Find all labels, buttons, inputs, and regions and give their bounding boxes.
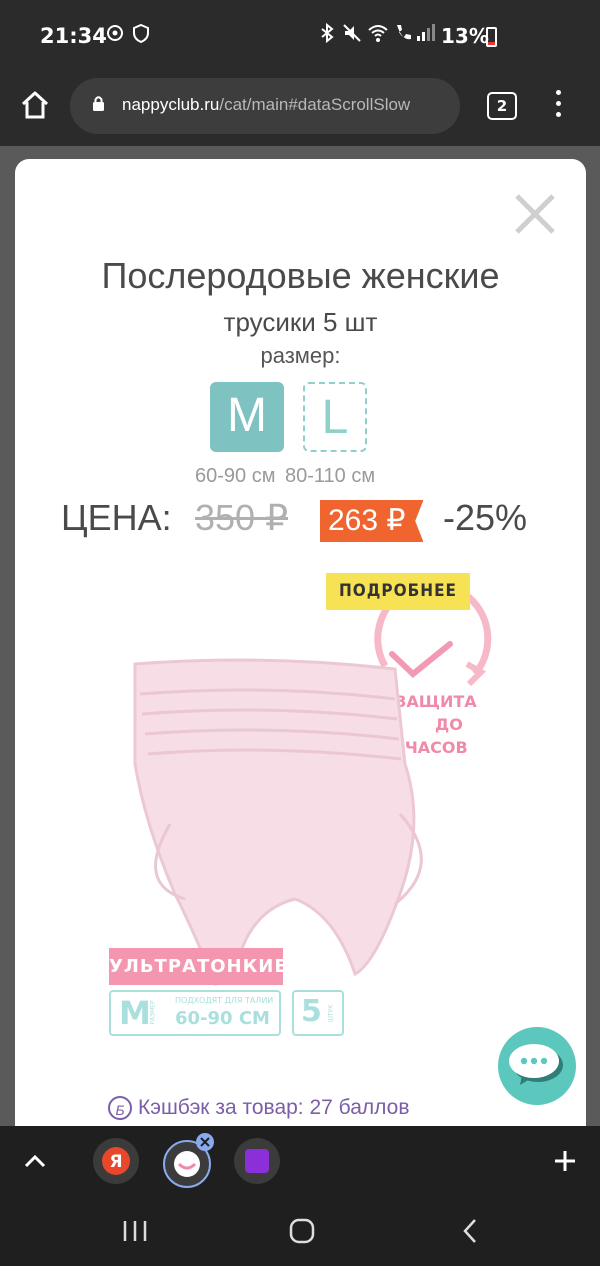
signal-icon: [417, 24, 435, 41]
size-option-m[interactable]: M: [210, 382, 284, 452]
shield-icon: [133, 23, 149, 44]
svg-text:Я: Я: [109, 1152, 122, 1172]
badge-fits-waist: ПОДХОДЯТ ДЛЯ ТАЛИИ: [175, 996, 274, 1005]
cashback-text: Кэшбэк за товар: 27 баллов: [138, 1096, 410, 1119]
bottom-tab-strip: Я: [0, 1126, 600, 1196]
pants-illustration: [133, 658, 423, 986]
chat-button[interactable]: [498, 1027, 576, 1105]
size-range-m: 60-90 см: [195, 465, 276, 487]
chevron-up-icon[interactable]: [0, 1126, 70, 1196]
badge-size-letter: M: [119, 994, 151, 1032]
url-text[interactable]: nappyclub.ru/cat/main#dataScrollSlow: [122, 95, 452, 115]
size-option-l[interactable]: L: [303, 382, 367, 452]
protection-line1: ЗАЩИТА: [395, 692, 477, 711]
sync-icon: [107, 25, 123, 41]
size-info-badge: M РАЗМЕР ПОДХОДЯТ ДЛЯ ТАЛИИ 60-90 СМ: [109, 990, 281, 1036]
yandex-icon: Я: [102, 1147, 130, 1175]
tab-switcher-button[interactable]: 2: [487, 92, 517, 120]
tab-other[interactable]: [234, 1138, 280, 1184]
ultrathin-badge: УЛЬТРАТОНКИЕ: [109, 948, 287, 985]
cashback-info: Б Кэшбэк за товар: 27 баллов: [108, 1096, 410, 1121]
system-nav-bar: [0, 1196, 600, 1266]
home-icon[interactable]: [18, 88, 52, 122]
price-label: ЦЕНА:: [61, 497, 172, 538]
home-nav-icon[interactable]: [277, 1216, 327, 1246]
chat-icon: [509, 1044, 563, 1085]
url-path: /cat/main#dataScrollSlow: [219, 95, 411, 114]
url-domain: nappyclub.ru: [122, 95, 220, 114]
size-label: размер:: [260, 343, 341, 368]
product-subtitle: трусики 5 шт: [223, 307, 378, 337]
discount-percent: -25%: [443, 497, 528, 538]
menu-icon[interactable]: [550, 90, 566, 120]
browser-toolbar: nappyclub.ru/cat/main#dataScrollSlow 2: [0, 76, 600, 146]
wifi-icon: [368, 25, 388, 42]
back-icon[interactable]: [445, 1216, 495, 1246]
call-icon: [397, 25, 411, 40]
badge-waist-range: 60-90 СМ: [175, 1008, 270, 1029]
new-tab-icon[interactable]: [530, 1126, 600, 1196]
close-icon[interactable]: [513, 192, 557, 236]
product-modal: Послеродовые женские трусики 5 шт размер…: [15, 159, 586, 1126]
size-range-l: 80-110 см: [285, 465, 376, 487]
bonus-icon: Б: [108, 1096, 132, 1121]
battery-icon: [486, 27, 497, 47]
recent-apps-icon[interactable]: [110, 1216, 160, 1246]
lock-icon: [93, 96, 104, 111]
product-title: Послеродовые женские: [101, 255, 500, 296]
count-badge: 5 ШТУК: [292, 990, 344, 1036]
status-bar: 21:34 13%: [0, 0, 600, 76]
tab-yandex[interactable]: Я: [93, 1138, 139, 1184]
bluetooth-icon: [321, 22, 334, 44]
badge-size-word: РАЗМЕР: [149, 1000, 157, 1025]
status-time: 21:34: [40, 24, 107, 48]
badge-count: 5: [301, 994, 322, 1029]
address-bar[interactable]: nappyclub.ru/cat/main#dataScrollSlow: [70, 78, 460, 134]
old-price: 350 ₽: [195, 497, 288, 538]
badge-count-word: ШТУК: [327, 1004, 335, 1023]
new-price-badge: 263 ₽: [320, 500, 424, 542]
mute-icon: [343, 24, 361, 42]
battery-percent: 13%: [441, 24, 489, 48]
site-icon: [245, 1149, 269, 1173]
protection-line2: ДО: [435, 715, 463, 734]
close-tab-icon[interactable]: [195, 1132, 215, 1152]
details-button[interactable]: ПОДРОБНЕЕ: [326, 573, 470, 610]
